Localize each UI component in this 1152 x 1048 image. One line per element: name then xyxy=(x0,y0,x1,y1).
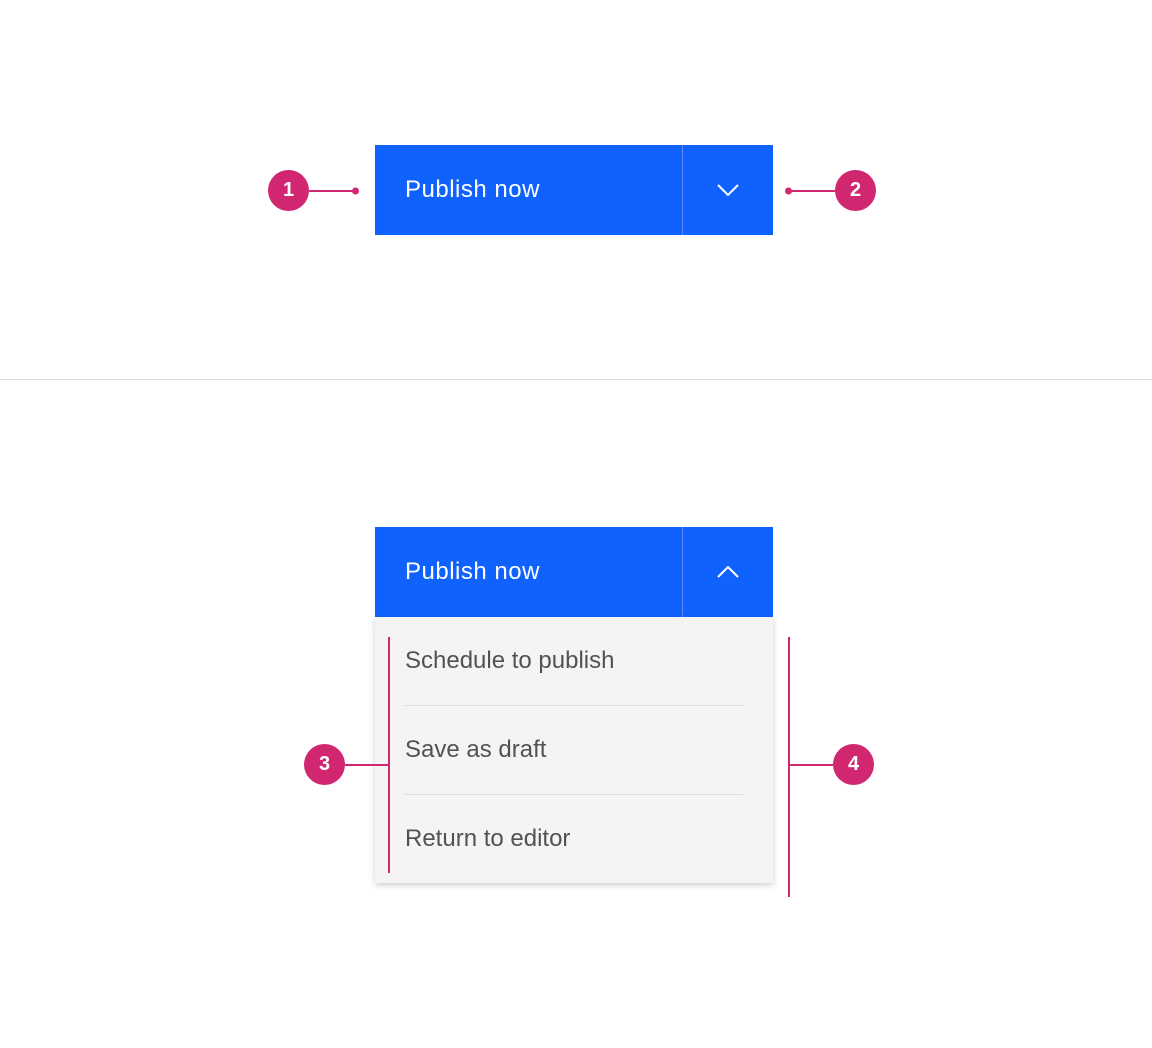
primary-action-label: Publish now xyxy=(405,558,540,586)
split-button-open: Publish now xyxy=(375,527,773,617)
example-open-state: Publish now Schedule to publish Save as … xyxy=(0,380,1152,1048)
example-closed-state: Publish now 1 2 xyxy=(0,0,1152,380)
annotation-badge: 4 xyxy=(833,744,874,785)
publish-now-button[interactable]: Publish now xyxy=(375,527,683,617)
annotation-badge: 3 xyxy=(304,744,345,785)
dropdown-menu: Schedule to publish Save as draft Return… xyxy=(375,617,773,883)
chevron-up-icon xyxy=(717,566,739,578)
annotation-connector xyxy=(345,764,390,766)
annotation-endpoint xyxy=(785,187,792,194)
annotation-number: 4 xyxy=(848,753,859,776)
chevron-down-icon xyxy=(717,184,739,196)
annotation-badge: 1 xyxy=(268,170,309,211)
annotation-3: 3 xyxy=(304,744,390,785)
menu-item-label: Return to editor xyxy=(405,825,570,852)
menu-item-return-editor[interactable]: Return to editor xyxy=(375,795,773,883)
dropdown-trigger-button[interactable] xyxy=(683,527,773,617)
menu-item-schedule[interactable]: Schedule to publish xyxy=(375,617,773,705)
annotation-connector xyxy=(788,190,835,192)
annotation-4: 4 xyxy=(788,744,874,785)
annotation-number: 2 xyxy=(850,179,861,202)
split-button-closed: Publish now xyxy=(375,145,773,235)
menu-item-label: Schedule to publish xyxy=(405,647,614,674)
menu-item-label: Save as draft xyxy=(405,736,546,763)
annotation-connector xyxy=(788,764,833,766)
menu-item-save-draft[interactable]: Save as draft xyxy=(375,706,773,794)
annotation-1: 1 xyxy=(268,170,356,211)
annotation-number: 3 xyxy=(319,753,330,776)
annotation-endpoint xyxy=(352,187,359,194)
annotation-badge: 2 xyxy=(835,170,876,211)
annotation-number: 1 xyxy=(283,179,294,202)
annotation-connector xyxy=(309,190,356,192)
annotation-2: 2 xyxy=(788,170,876,211)
primary-action-label: Publish now xyxy=(405,176,540,204)
publish-now-button[interactable]: Publish now xyxy=(375,145,683,235)
dropdown-trigger-button[interactable] xyxy=(683,145,773,235)
